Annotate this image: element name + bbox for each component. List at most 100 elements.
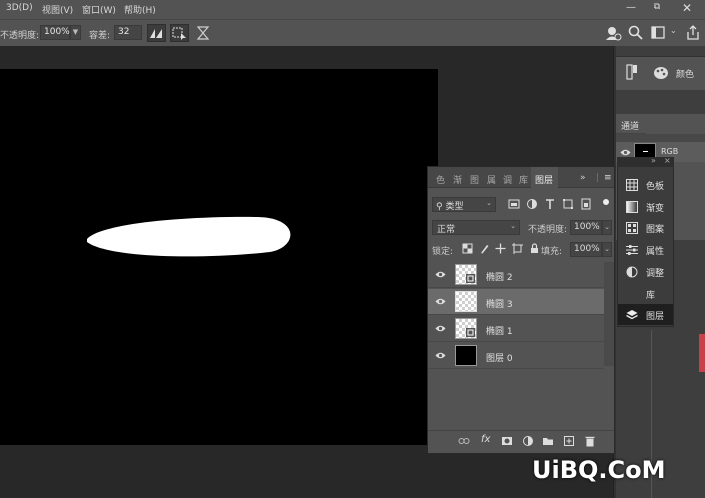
opacity-dropdown[interactable]: ▼	[70, 25, 81, 40]
tab-pattern[interactable]: 图	[470, 173, 479, 186]
flyout-item-gradient[interactable]: 渐变	[618, 196, 673, 217]
layers-icon	[626, 310, 638, 320]
delete-layer-icon[interactable]	[584, 435, 596, 447]
opacity-input[interactable]: 100%	[40, 25, 70, 40]
tolerance-label: 容差:	[89, 31, 111, 41]
pattern-icon	[626, 222, 638, 234]
color-panel-label[interactable]: 颜色	[676, 67, 694, 80]
filter-smart-object-icon[interactable]	[580, 198, 592, 210]
minimize-icon[interactable]: —	[624, 2, 638, 16]
layer-row[interactable]: 图层 0	[428, 343, 604, 369]
shape-layer-badge-icon	[466, 274, 475, 283]
layer-opacity-dropdown[interactable]: ⌄	[602, 220, 612, 235]
tab-library[interactable]: 库	[519, 173, 528, 186]
eye-icon[interactable]	[435, 324, 446, 333]
search-icon[interactable]	[627, 24, 645, 42]
eye-icon[interactable]	[435, 270, 446, 279]
menu-help[interactable]: 帮助(H)	[124, 3, 156, 16]
filter-value: 类型	[445, 202, 464, 212]
tab-properties[interactable]: 属	[487, 173, 496, 186]
new-group-icon[interactable]	[542, 435, 554, 447]
sample-all-layers-icon[interactable]	[194, 24, 212, 42]
anti-alias-button[interactable]	[147, 24, 166, 42]
filter-pixel-icon[interactable]	[508, 198, 520, 210]
dock-gap	[616, 90, 705, 114]
tab-channels[interactable]: 通道	[616, 114, 646, 134]
tab-layers[interactable]: 图层	[531, 167, 558, 189]
layer-row[interactable]: 椭圆 1	[428, 316, 604, 342]
restore-icon[interactable]: ⧉	[650, 2, 664, 16]
layer-opacity-label: 不透明度:	[528, 225, 568, 235]
lock-brush-icon[interactable]	[479, 243, 490, 254]
layer-row[interactable]: 椭圆 2	[428, 262, 604, 288]
share-icon[interactable]	[684, 24, 702, 42]
collapse-icon[interactable]: »	[651, 156, 656, 165]
shape-layer-badge-icon	[466, 328, 475, 337]
gradient-icon	[626, 201, 638, 213]
flyout-label: 色板	[646, 182, 665, 192]
close-icon[interactable]: ✕	[679, 1, 695, 17]
lock-transparent-icon[interactable]	[462, 243, 473, 254]
layer-thumbnail	[455, 318, 477, 339]
chevron-down-icon: ⌄	[486, 199, 492, 207]
menu-3d[interactable]: 3D(D)	[6, 3, 33, 13]
document-canvas[interactable]	[0, 69, 438, 445]
eye-icon[interactable]	[435, 351, 446, 360]
lock-move-icon[interactable]	[495, 243, 506, 254]
blend-mode-select[interactable]: 正常 ⌄	[432, 220, 520, 235]
tab-gradient[interactable]: 渐	[453, 173, 462, 186]
tabbar-divider: |	[596, 173, 600, 183]
chevron-down-icon: ⌄	[510, 222, 516, 230]
flyout-item-layers[interactable]: 图层	[618, 304, 673, 325]
fill-dropdown[interactable]: ⌄	[602, 242, 612, 257]
filter-toggle-icon[interactable]	[600, 198, 612, 210]
layer-row[interactable]: 椭圆 3	[428, 289, 604, 315]
layer-name: 椭圆 1	[486, 327, 513, 337]
layer-thumbnail	[455, 345, 477, 366]
tab-color[interactable]: 色	[436, 173, 445, 186]
flyout-label: 图案	[646, 225, 665, 235]
menu-view[interactable]: 视图(V)	[42, 3, 73, 16]
options-bar: 不透明度: 100% ▼ 容差: 32 ⌄	[0, 19, 705, 46]
close-icon[interactable]: ×	[664, 156, 671, 165]
white-ellipse-shape	[87, 216, 291, 257]
fill-label: 填充:	[541, 247, 563, 257]
flyout-item-pattern[interactable]: 图案	[618, 217, 673, 238]
lock-all-icon[interactable]	[529, 243, 540, 254]
channels-header	[616, 134, 705, 142]
opacity-label: 不透明度:	[0, 31, 40, 41]
eye-icon[interactable]	[620, 148, 631, 157]
layers-scrollbar[interactable]	[604, 262, 614, 366]
eye-icon[interactable]	[435, 297, 446, 306]
tolerance-input[interactable]: 32	[114, 25, 142, 40]
add-mask-icon[interactable]	[501, 435, 513, 447]
flyout-item-properties[interactable]: 属性	[618, 239, 673, 260]
brush-history-icon[interactable]	[624, 63, 640, 81]
watermark-text: UiBQ.CoM	[532, 456, 666, 484]
fill-input[interactable]: 100%	[570, 242, 602, 257]
layer-opacity-input[interactable]: 100%	[570, 220, 602, 235]
filter-shape-icon[interactable]	[562, 198, 574, 210]
filter-type-icon[interactable]	[544, 198, 556, 210]
new-adjustment-icon[interactable]	[522, 435, 534, 447]
menu-window[interactable]: 窗口(W)	[82, 3, 116, 16]
tabs-overflow-icon[interactable]: »	[580, 173, 586, 183]
color-palette-icon[interactable]	[653, 66, 669, 80]
workspace-chevron-icon[interactable]: ⌄	[670, 26, 677, 35]
fx-icon[interactable]: fx	[481, 434, 490, 445]
flyout-item-adjustments[interactable]: 调整	[618, 261, 673, 282]
flyout-item-library[interactable]: 库	[618, 283, 673, 304]
menu-bar: 3D(D) 视图(V) 窗口(W) 帮助(H)	[0, 0, 705, 19]
share-user-icon[interactable]	[604, 24, 622, 42]
layer-filter-select[interactable]: ⚲ 类型 ⌄	[432, 197, 496, 212]
link-layers-icon[interactable]	[458, 435, 470, 447]
flyout-item-swatches[interactable]: 色板	[618, 174, 673, 195]
workspace-icon[interactable]	[650, 24, 668, 42]
panel-menu-icon[interactable]: ≡	[604, 173, 612, 183]
tab-adjustments[interactable]: 调	[503, 173, 512, 186]
contiguous-button[interactable]	[170, 24, 189, 42]
new-layer-icon[interactable]	[563, 435, 575, 447]
filter-adjustment-icon[interactable]	[526, 198, 538, 210]
dock-collapse-bar[interactable]	[616, 46, 705, 56]
lock-artboard-icon[interactable]	[512, 243, 523, 254]
